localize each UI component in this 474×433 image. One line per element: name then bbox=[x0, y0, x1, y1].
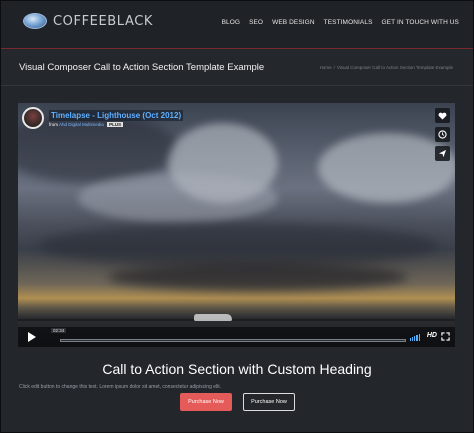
page-title: Visual Composer Call to Action Section T… bbox=[19, 62, 265, 73]
video-frame-cloud bbox=[78, 173, 278, 223]
purchase-now-button[interactable]: Purchase Now bbox=[180, 393, 232, 411]
cta-heading: Call to Action Section with Custom Headi… bbox=[102, 361, 372, 377]
clock-icon bbox=[438, 130, 447, 139]
video-header: Timelapse - Lighthouse (Oct 2012) from A… bbox=[22, 107, 184, 129]
cta-text: Click edit button to change this text. L… bbox=[19, 384, 222, 390]
logo-icon bbox=[23, 13, 47, 29]
like-button[interactable] bbox=[435, 108, 450, 123]
heart-icon bbox=[438, 112, 447, 120]
video-frame-cloud bbox=[38, 223, 438, 268]
video-from-label: from bbox=[49, 121, 58, 127]
share-button[interactable] bbox=[435, 146, 450, 161]
top-header: COFFEEBLACK BLOG SEO WEB DESIGN TESTIMON… bbox=[1, 1, 473, 49]
play-icon[interactable] bbox=[28, 332, 36, 342]
video-timecode: 02:34 bbox=[51, 328, 67, 333]
fullscreen-icon[interactable] bbox=[441, 332, 450, 341]
logo-text: COFFEEBLACK bbox=[53, 13, 154, 29]
page-title-bar: Visual Composer Call to Action Section T… bbox=[1, 50, 473, 86]
breadcrumb-current: Visual Composer Call to Action Section T… bbox=[336, 65, 453, 70]
breadcrumb-home[interactable]: Home bbox=[320, 65, 332, 70]
video-author-avatar[interactable] bbox=[22, 107, 44, 129]
nav-item-blog[interactable]: BLOG bbox=[222, 19, 240, 26]
send-icon bbox=[438, 149, 447, 158]
volume-icon[interactable] bbox=[409, 334, 421, 341]
site-logo[interactable]: COFFEEBLACK bbox=[23, 13, 153, 29]
hd-button[interactable]: HD bbox=[427, 332, 437, 339]
purchase-now-outline-button[interactable]: Purchase Now bbox=[243, 393, 295, 411]
video-player[interactable]: Timelapse - Lighthouse (Oct 2012) from A… bbox=[18, 103, 455, 347]
video-side-buttons bbox=[435, 108, 450, 165]
video-frame-ship bbox=[194, 314, 232, 321]
nav-item-testimonials[interactable]: TESTIMONIALS bbox=[324, 19, 373, 26]
nav-item-seo[interactable]: SEO bbox=[249, 19, 263, 26]
main-nav: BLOG SEO WEB DESIGN TESTIMONIALS GET IN … bbox=[213, 19, 459, 26]
breadcrumb: Home / Visual Composer Call to Action Sect… bbox=[319, 65, 453, 70]
video-title[interactable]: Timelapse - Lighthouse (Oct 2012) bbox=[49, 109, 184, 121]
plus-badge: PLUS bbox=[107, 121, 124, 127]
video-controls: 02:34 HD bbox=[18, 327, 455, 347]
watch-later-button[interactable] bbox=[435, 127, 450, 142]
video-progress-bar[interactable] bbox=[60, 339, 406, 342]
nav-item-web-design[interactable]: WEB DESIGN bbox=[272, 19, 315, 26]
nav-item-contact[interactable]: GET IN TOUCH WITH US bbox=[382, 19, 459, 26]
video-frame-horizon bbox=[18, 319, 455, 321]
video-frame-cloud bbox=[108, 263, 408, 291]
video-byline: from Ahd Digital Multimedia PLUS bbox=[49, 121, 183, 127]
video-author-link[interactable]: Ahd Digital Multimedia bbox=[59, 122, 104, 127]
